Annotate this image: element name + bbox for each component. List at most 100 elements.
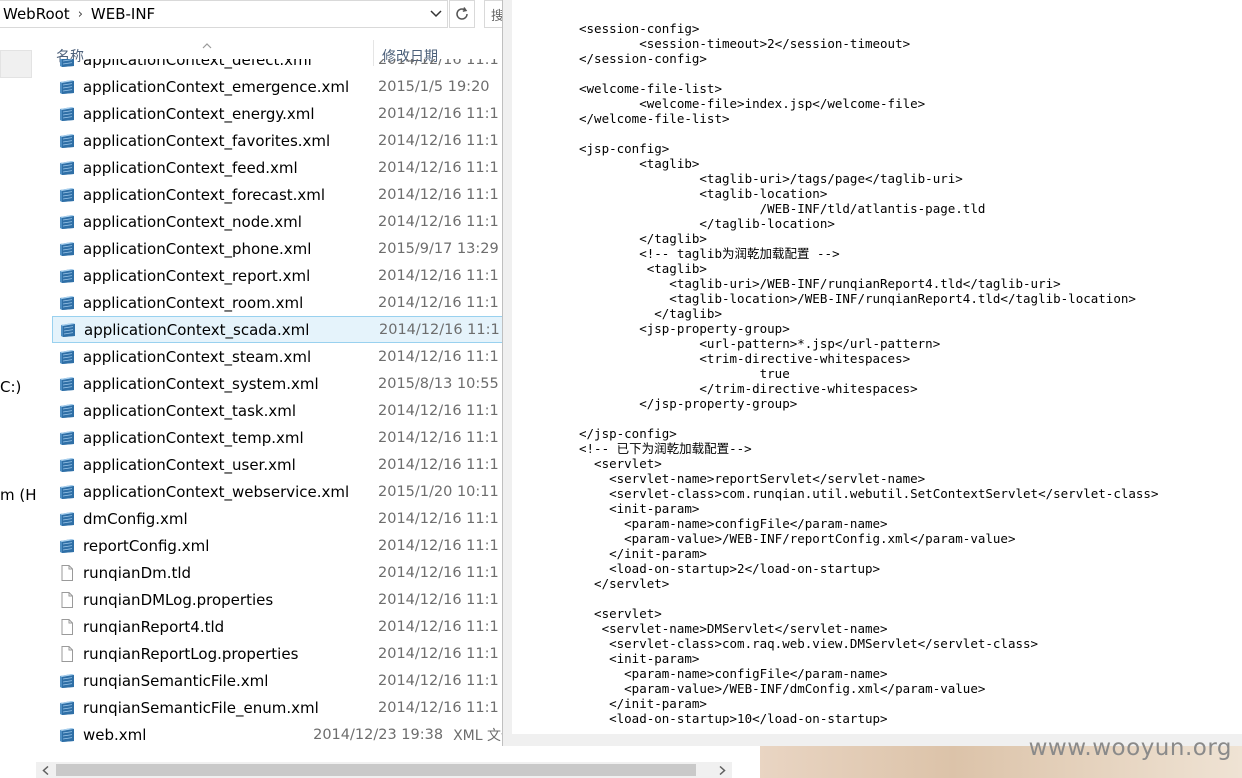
file-row[interactable]: applicationContext_phone.xml 2015/9/17 13…: [52, 235, 515, 262]
xml-file-icon: [58, 186, 76, 204]
file-name: web.xml: [83, 725, 147, 744]
breadcrumb-web-inf[interactable]: WEB-INF: [91, 5, 155, 23]
editor-text-area[interactable]: <session-config> <session-timeout>2</ses…: [512, 0, 1242, 734]
address-bar[interactable]: WebRoot › WEB-INF: [0, 0, 448, 28]
file-name: applicationContext_temp.xml: [83, 428, 304, 447]
watermark: www.wooyun.org: [1028, 735, 1232, 761]
xml-file-icon: [58, 726, 76, 744]
xml-file-icon: [58, 672, 76, 690]
file-name: applicationContext_energy.xml: [83, 104, 315, 123]
file-row[interactable]: applicationContext_emergence.xml 2015/1/5…: [52, 73, 515, 100]
file-row[interactable]: reportConfig.xml 2014/12/16 11:1: [52, 532, 515, 559]
xml-file-icon: [58, 483, 76, 501]
file-modified-date: 2014/12/16 11:1: [378, 402, 499, 419]
file-row[interactable]: applicationContext_defect.xml 2014/12/16 …: [52, 59, 515, 73]
xml-file-icon: [58, 105, 76, 123]
xml-code-content[interactable]: <session-config> <session-timeout>2</ses…: [512, 0, 1242, 726]
xml-file-icon: [58, 294, 76, 312]
file-name: applicationContext_feed.xml: [83, 158, 298, 177]
xml-file-icon: [58, 59, 76, 69]
file-name: applicationContext_scada.xml: [84, 320, 310, 339]
file-row[interactable]: applicationContext_scada.xml 2014/12/16 1…: [52, 316, 515, 343]
text-editor-window: <session-config> <session-timeout>2</ses…: [502, 0, 1242, 746]
file-row[interactable]: applicationContext_forecast.xml 2014/12/1…: [52, 181, 515, 208]
file-row[interactable]: applicationContext_webservice.xml 2015/1/…: [52, 478, 515, 505]
xml-file-icon: [58, 699, 76, 717]
file-name: dmConfig.xml: [83, 509, 188, 528]
file-modified-date: 2015/8/13 10:55: [378, 375, 499, 392]
file-name: reportConfig.xml: [83, 536, 210, 555]
xml-file-icon: [58, 456, 76, 474]
xml-file-icon: [58, 159, 76, 177]
horizontal-scrollbar[interactable]: [36, 762, 732, 778]
refresh-icon: [456, 7, 468, 20]
file-modified-date: 2015/1/20 10:11: [378, 483, 499, 500]
file-row[interactable]: runqianDm.tld 2014/12/16 11:1: [52, 559, 515, 586]
file-name: applicationContext_steam.xml: [83, 347, 312, 366]
file-modified-date: 2014/12/16 11:1: [378, 456, 499, 473]
file-modified-date: 2014/12/16 11:1: [378, 132, 499, 149]
file-row[interactable]: web.xml 2014/12/23 19:38 XML 文件: [52, 721, 515, 748]
blank-file-icon: [58, 564, 76, 582]
file-list: applicationContext_defect.xml 2014/12/16 …: [52, 59, 515, 760]
file-name: runqianDm.tld: [83, 563, 192, 582]
file-row[interactable]: applicationContext_feed.xml 2014/12/16 11…: [52, 154, 515, 181]
file-modified-date: 2014/12/16 11:1: [378, 618, 499, 635]
file-name: applicationContext_node.xml: [83, 212, 302, 231]
file-row[interactable]: runqianSemanticFile.xml 2014/12/16 11:1: [52, 667, 515, 694]
file-name: applicationContext_forecast.xml: [83, 185, 326, 204]
file-row[interactable]: applicationContext_steam.xml 2014/12/16 1…: [52, 343, 515, 370]
xml-file-icon: [59, 321, 77, 339]
file-name: applicationContext_report.xml: [83, 266, 311, 285]
file-row[interactable]: applicationContext_favorites.xml 2014/12/…: [52, 127, 515, 154]
navigation-pane: C:) m (H: [0, 40, 40, 760]
file-name: applicationContext_defect.xml: [83, 59, 312, 69]
file-row[interactable]: dmConfig.xml 2014/12/16 11:1: [52, 505, 515, 532]
file-row[interactable]: applicationContext_room.xml 2014/12/16 11…: [52, 289, 515, 316]
file-modified-date: 2014/12/16 11:1: [378, 213, 499, 230]
file-modified-date: 2014/12/16 11:1: [378, 59, 499, 68]
refresh-button[interactable]: [449, 0, 475, 28]
file-name: runqianReport4.tld: [83, 617, 225, 636]
file-row[interactable]: applicationContext_energy.xml 2014/12/16 …: [52, 100, 515, 127]
nav-drive-h[interactable]: m (H: [0, 486, 37, 504]
file-modified-date: 2015/9/17 13:29: [378, 240, 499, 257]
file-row[interactable]: applicationContext_user.xml 2014/12/16 11…: [52, 451, 515, 478]
file-modified-date: 2014/12/16 11:1: [378, 564, 499, 581]
file-name: applicationContext_room.xml: [83, 293, 304, 312]
scrollbar-thumb[interactable]: [56, 764, 696, 776]
file-row[interactable]: runqianReportLog.properties 2014/12/16 11…: [52, 640, 515, 667]
xml-file-icon: [58, 267, 76, 285]
file-name: applicationContext_webservice.xml: [83, 482, 350, 501]
file-modified-date: 2014/12/16 11:1: [378, 645, 499, 662]
chevron-down-icon[interactable]: [427, 5, 445, 23]
file-row[interactable]: applicationContext_report.xml 2014/12/16 …: [52, 262, 515, 289]
file-name: applicationContext_user.xml: [83, 455, 296, 474]
xml-file-icon: [58, 510, 76, 528]
scroll-right-icon[interactable]: [715, 763, 729, 777]
file-modified-date: 2014/12/16 11:1: [379, 321, 500, 338]
file-modified-date: 2015/1/5 19:20: [378, 78, 490, 95]
nav-drive-c[interactable]: C:): [0, 378, 21, 396]
file-row[interactable]: applicationContext_temp.xml 2014/12/16 11…: [52, 424, 515, 451]
file-row[interactable]: applicationContext_system.xml 2015/8/13 1…: [52, 370, 515, 397]
file-row[interactable]: applicationContext_task.xml 2014/12/16 11…: [52, 397, 515, 424]
scroll-left-icon[interactable]: [38, 763, 52, 777]
file-name: applicationContext_favorites.xml: [83, 131, 331, 150]
file-modified-date: 2014/12/16 11:1: [378, 348, 499, 365]
file-row[interactable]: runqianDMLog.properties 2014/12/16 11:1: [52, 586, 515, 613]
file-explorer-window: WebRoot › WEB-INF 搜 C:) m (H 名称 修改日期 app…: [0, 0, 515, 778]
breadcrumb-webroot[interactable]: WebRoot: [3, 5, 70, 23]
file-modified-date: 2014/12/16 11:1: [378, 267, 499, 284]
file-row[interactable]: runqianSemanticFile_enum.xml 2014/12/16 1…: [52, 694, 515, 721]
blank-file-icon: [58, 645, 76, 663]
xml-file-icon: [58, 213, 76, 231]
file-row[interactable]: applicationContext_node.xml 2014/12/16 11…: [52, 208, 515, 235]
xml-file-icon: [58, 348, 76, 366]
file-row[interactable]: runqianReport4.tld 2014/12/16 11:1: [52, 613, 515, 640]
file-modified-date: 2014/12/16 11:1: [378, 699, 499, 716]
file-name: runqianSemanticFile.xml: [83, 671, 269, 690]
breadcrumb-separator-icon[interactable]: ›: [78, 7, 83, 22]
file-name: applicationContext_system.xml: [83, 374, 319, 393]
nav-selected-item[interactable]: [0, 50, 32, 78]
